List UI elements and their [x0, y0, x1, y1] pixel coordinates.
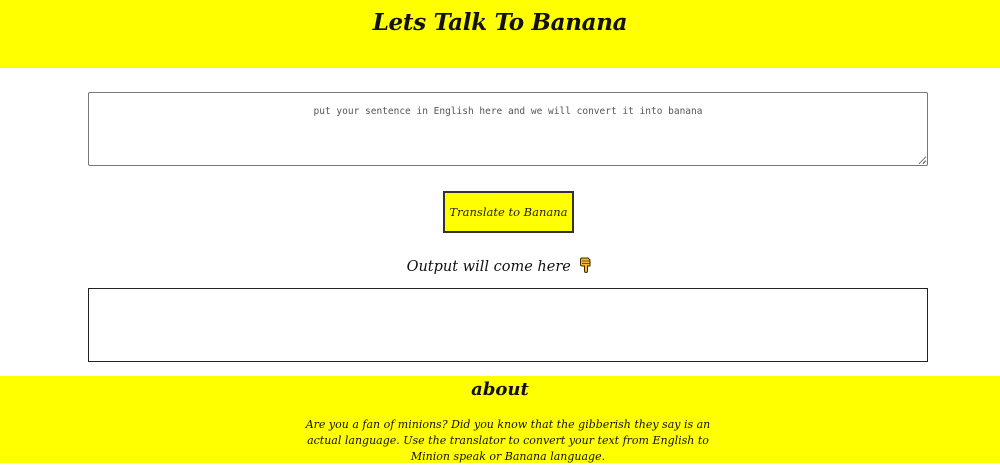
english-text-input[interactable] — [88, 92, 928, 166]
output-label: Output will come here — [406, 259, 571, 275]
output-label-row: Output will come here — [0, 257, 1000, 277]
about-heading: about — [471, 379, 529, 400]
about-text: Are you a fan of minions? Did you know t… — [305, 418, 711, 463]
about-section: about Are you a fan of minions? Did you … — [0, 376, 1000, 463]
translate-button[interactable]: Translate to Banana — [443, 191, 574, 233]
pointing-down-hand-icon — [579, 257, 593, 277]
header-bar: Lets Talk To Banana — [0, 0, 1000, 68]
page-title: Lets Talk To Banana — [372, 9, 628, 36]
output-box — [88, 288, 928, 362]
